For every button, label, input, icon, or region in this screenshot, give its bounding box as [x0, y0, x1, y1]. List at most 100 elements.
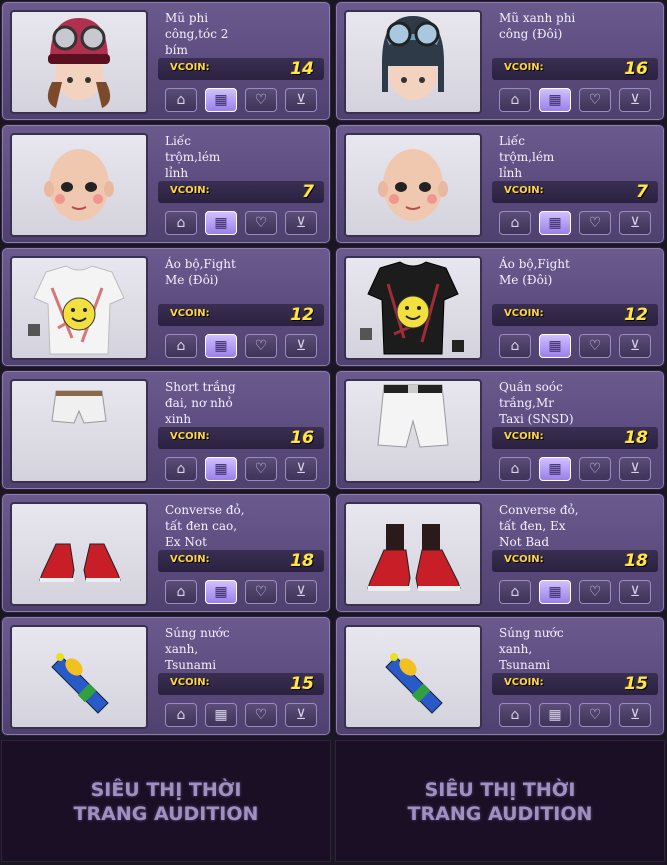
item-thumbnail[interactable] — [344, 625, 482, 729]
gift-icon: ▦ — [214, 584, 228, 600]
item-thumbnail[interactable] — [10, 625, 148, 729]
item-name: Mũ xanh phi công (Đôi) — [499, 11, 576, 41]
cart-button[interactable]: ⊻ — [619, 211, 651, 235]
item-thumbnail[interactable] — [10, 133, 148, 237]
wishlist-button[interactable]: ♡ — [245, 88, 277, 112]
wishlist-button[interactable]: ♡ — [245, 211, 277, 235]
try-on-button[interactable]: ⌂ — [165, 580, 197, 604]
item-thumbnail[interactable] — [10, 256, 148, 360]
currency-label: VCOIN: — [170, 62, 210, 73]
gift-button[interactable]: ▦ — [205, 457, 237, 481]
cart-button[interactable]: ⊻ — [285, 580, 317, 604]
wishlist-button[interactable]: ♡ — [579, 703, 611, 727]
cart-button[interactable]: ⊻ — [619, 457, 651, 481]
gift-button[interactable]: ▦ — [205, 211, 237, 235]
wishlist-button[interactable]: ♡ — [579, 334, 611, 358]
item-thumbnail[interactable] — [344, 256, 482, 360]
wishlist-button[interactable]: ♡ — [245, 457, 277, 481]
cart-button[interactable]: ⊻ — [619, 703, 651, 727]
cart-button[interactable]: ⊻ — [619, 580, 651, 604]
try-on-icon: ⌂ — [176, 92, 186, 108]
cart-button[interactable]: ⊻ — [285, 211, 317, 235]
item-thumbnail[interactable] — [344, 379, 482, 483]
gift-button[interactable]: ▦ — [205, 334, 237, 358]
price-bar: VCOIN: 15 — [492, 673, 658, 695]
wishlist-button[interactable]: ♡ — [579, 580, 611, 604]
try-on-button[interactable]: ⌂ — [499, 211, 531, 235]
item-card[interactable]: Quần soóc trắng,Mr Taxi (SNSD) (nam) VCO… — [335, 370, 665, 490]
cart-button[interactable]: ⊻ — [285, 703, 317, 727]
item-card[interactable]: Converse đỏ, tất đen cao, Ex Not VCOIN: … — [1, 493, 331, 613]
cart-button[interactable]: ⊻ — [285, 88, 317, 112]
item-card[interactable]: Mũ xanh phi công (Đôi) VCOIN: 16 ⌂ ▦ ♡ ⊻ — [335, 1, 665, 121]
item-card[interactable]: Súng nước xanh, Tsunami VCOIN: 15 ⌂ ▦ ♡ … — [1, 616, 331, 736]
item-card[interactable]: Súng nước xanh, Tsunami VCOIN: 15 ⌂ ▦ ♡ … — [335, 616, 665, 736]
wishlist-button[interactable]: ♡ — [579, 88, 611, 112]
item-price: 18 — [290, 551, 314, 571]
item-card[interactable]: Áo bộ,Fight Me (Đôi) VCOIN: 12 ⌂ ▦ ♡ ⊻ — [335, 247, 665, 367]
wishlist-button[interactable]: ♡ — [245, 703, 277, 727]
item-card[interactable]: Short trắng đai, nơ nhỏ xinh VCOIN: 16 ⌂… — [1, 370, 331, 490]
gift-button[interactable]: ▦ — [539, 334, 571, 358]
gift-button[interactable]: ▦ — [539, 703, 571, 727]
banner-line-2: TRANG AUDITION — [407, 803, 593, 825]
try-on-icon: ⌂ — [176, 584, 186, 600]
gift-button[interactable]: ▦ — [205, 88, 237, 112]
cart-icon: ⊻ — [629, 92, 641, 108]
try-on-button[interactable]: ⌂ — [499, 457, 531, 481]
cart-button[interactable]: ⊻ — [619, 88, 651, 112]
try-on-icon: ⌂ — [510, 461, 520, 477]
gift-button[interactable]: ▦ — [205, 703, 237, 727]
sneakers-small-icon — [39, 543, 121, 582]
cart-button[interactable]: ⊻ — [285, 457, 317, 481]
try-on-icon: ⌂ — [176, 461, 186, 477]
wishlist-button[interactable]: ♡ — [245, 334, 277, 358]
try-on-icon: ⌂ — [510, 338, 520, 354]
try-on-button[interactable]: ⌂ — [165, 211, 197, 235]
cart-icon: ⊻ — [629, 584, 641, 600]
cart-button[interactable]: ⊻ — [619, 334, 651, 358]
item-card[interactable]: Converse đỏ, tất đen, Ex Not Bad VCOIN: … — [335, 493, 665, 613]
wishlist-button[interactable]: ♡ — [245, 580, 277, 604]
try-on-button[interactable]: ⌂ — [165, 703, 197, 727]
try-on-button[interactable]: ⌂ — [499, 88, 531, 112]
wishlist-button[interactable]: ♡ — [579, 211, 611, 235]
gift-button[interactable]: ▦ — [539, 457, 571, 481]
shop-banner[interactable]: SIÊU THỊ THỜI TRANG AUDITION — [1, 740, 331, 862]
wishlist-button[interactable]: ♡ — [579, 457, 611, 481]
gift-icon: ▦ — [548, 92, 562, 108]
item-card[interactable]: Mũ phi công,tóc 2 bím VCOIN: 14 ⌂ ▦ ♡ ⊻ — [1, 1, 331, 121]
item-thumbnail[interactable] — [344, 10, 482, 114]
try-on-button[interactable]: ⌂ — [499, 334, 531, 358]
cart-button[interactable]: ⊻ — [285, 334, 317, 358]
item-thumbnail[interactable] — [10, 502, 148, 606]
try-on-button[interactable]: ⌂ — [499, 580, 531, 604]
price-bar: VCOIN: 12 — [492, 304, 658, 326]
gift-button[interactable]: ▦ — [539, 88, 571, 112]
try-on-button[interactable]: ⌂ — [165, 334, 197, 358]
price-bar: VCOIN: 7 — [492, 181, 658, 203]
gift-icon: ▦ — [548, 584, 562, 600]
item-name: Súng nước xanh, Tsunami — [499, 626, 564, 672]
item-thumbnail[interactable] — [344, 502, 482, 606]
item-card[interactable]: Liếc trộm,lém lỉnh VCOIN: 7 ⌂ ▦ ♡ ⊻ — [1, 124, 331, 244]
wishlist-icon: ♡ — [588, 707, 602, 723]
wishlist-icon: ♡ — [254, 707, 268, 723]
item-card[interactable]: Áo bộ,Fight Me (Đôi) VCOIN: 12 ⌂ ▦ ♡ ⊻ — [1, 247, 331, 367]
gift-button[interactable]: ▦ — [205, 580, 237, 604]
item-thumbnail[interactable] — [344, 133, 482, 237]
shop-banner[interactable]: SIÊU THỊ THỜI TRANG AUDITION — [335, 740, 665, 862]
gift-button[interactable]: ▦ — [539, 211, 571, 235]
try-on-button[interactable]: ⌂ — [499, 703, 531, 727]
try-on-button[interactable]: ⌂ — [165, 457, 197, 481]
try-on-button[interactable]: ⌂ — [165, 88, 197, 112]
gift-icon: ▦ — [214, 461, 228, 477]
cart-icon: ⊻ — [295, 92, 307, 108]
pilot-helmet-pink-icon — [47, 18, 111, 108]
wishlist-icon: ♡ — [588, 92, 602, 108]
wishlist-icon: ♡ — [254, 338, 268, 354]
gift-button[interactable]: ▦ — [539, 580, 571, 604]
item-thumbnail[interactable] — [10, 379, 148, 483]
item-card[interactable]: Liếc trộm,lém lỉnh VCOIN: 7 ⌂ ▦ ♡ ⊻ — [335, 124, 665, 244]
item-thumbnail[interactable] — [10, 10, 148, 114]
